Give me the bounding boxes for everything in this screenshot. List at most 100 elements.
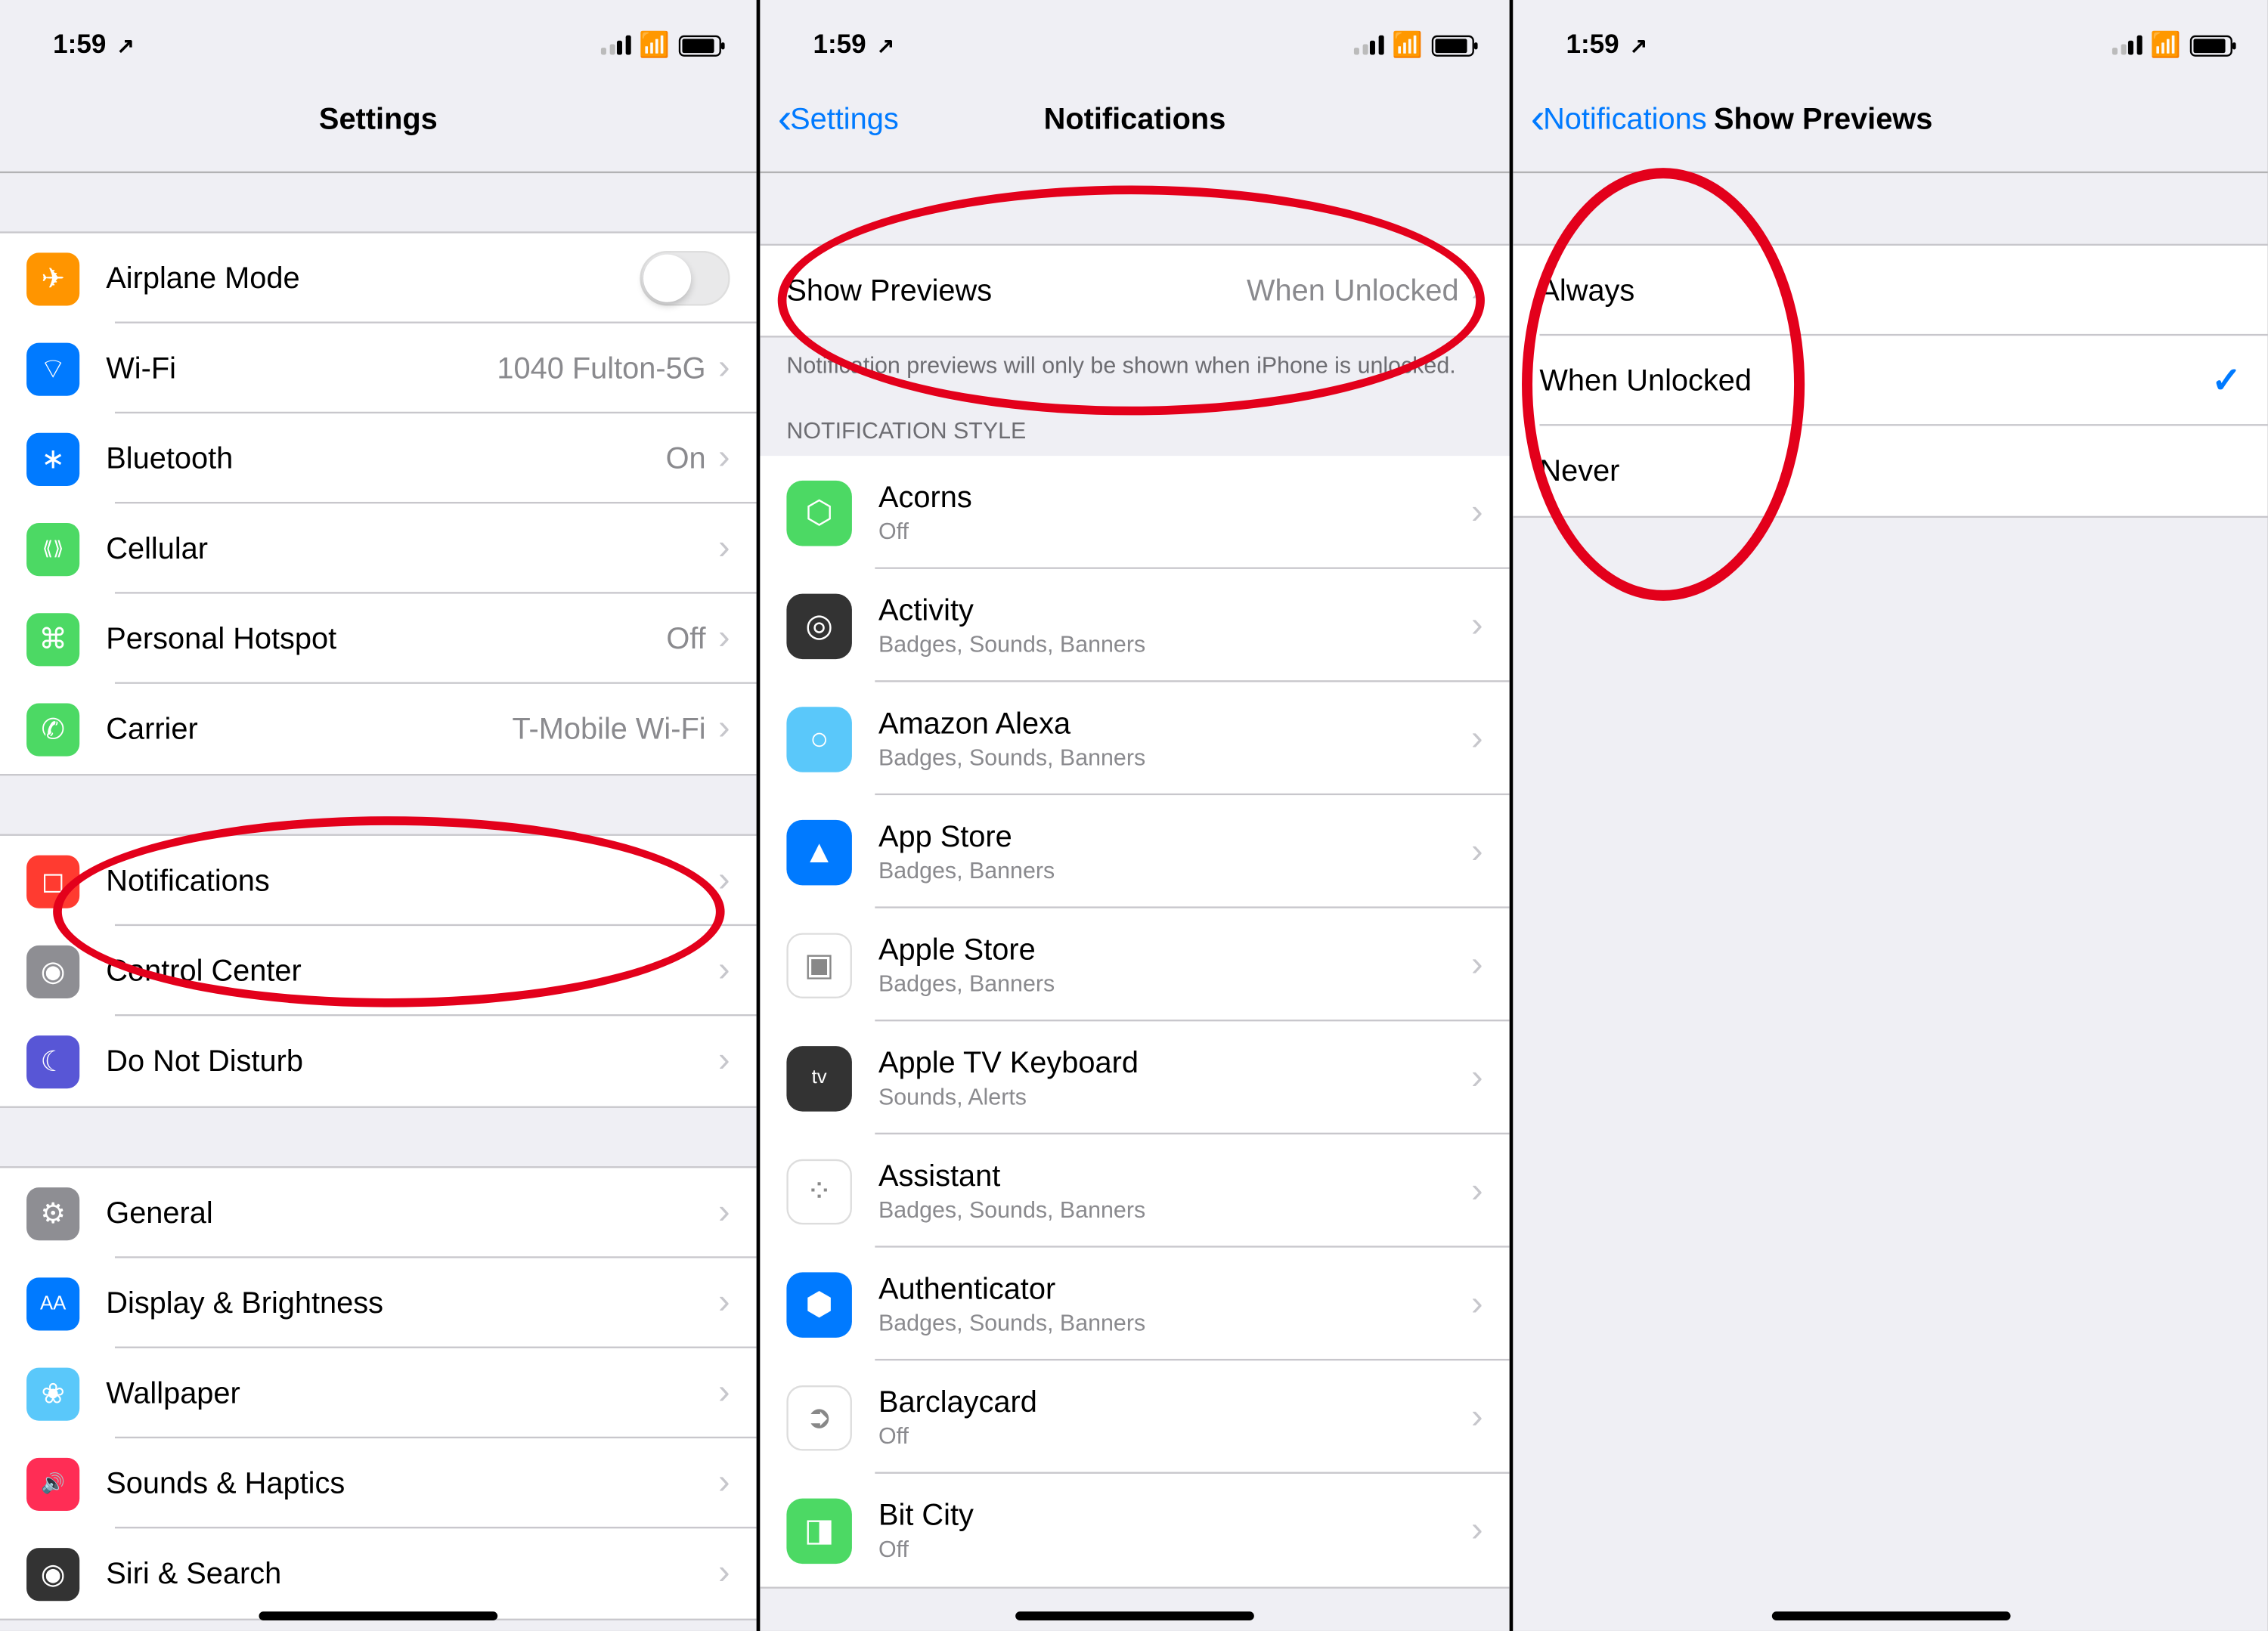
row-value: T-Mobile Wi-Fi: [512, 711, 705, 747]
previews-group: Show Previews When Unlocked ›: [760, 244, 1509, 338]
app-name: Barclaycard: [878, 1385, 1471, 1421]
chevron-right-icon: ›: [718, 1283, 730, 1323]
preview-option[interactable]: Always: [1513, 246, 2267, 336]
show-previews-row[interactable]: Show Previews When Unlocked ›: [760, 246, 1509, 336]
signal-icon: [1354, 36, 1383, 55]
chevron-right-icon: ›: [1471, 1397, 1483, 1438]
row-label: Siri & Search: [106, 1556, 718, 1592]
settings-row[interactable]: ◉ Siri & Search ›: [0, 1528, 757, 1618]
preview-option[interactable]: When Unlocked ✓: [1513, 336, 2267, 426]
row-value: 1040 Fulton-5G: [497, 351, 705, 386]
row-icon: ◉: [26, 945, 79, 998]
settings-row[interactable]: ⟪⟫ Cellular ›: [0, 503, 757, 593]
back-button[interactable]: ‹ Notifications: [1531, 98, 1707, 141]
row-label: Do Not Disturb: [106, 1044, 718, 1079]
app-row[interactable]: ⬡ Acorns Off ›: [760, 456, 1509, 569]
chevron-right-icon: ›: [1471, 831, 1483, 872]
options-group: Always When Unlocked ✓ Never: [1513, 244, 2267, 518]
settings-row[interactable]: ⌘ Personal Hotspot Off›: [0, 594, 757, 684]
settings-row[interactable]: ◉ Control Center ›: [0, 926, 757, 1016]
app-row[interactable]: ◎ Activity Badges, Sounds, Banners ›: [760, 569, 1509, 682]
row-value: When Unlocked: [1247, 273, 1459, 308]
row-icon: ∗: [26, 432, 79, 485]
chevron-right-icon: ›: [718, 1463, 730, 1504]
page-title: Notifications: [760, 101, 1509, 137]
app-icon: ○: [786, 706, 852, 772]
status-bar: 1:59 ↗ 📶: [760, 0, 1509, 67]
signal-icon: [2112, 36, 2142, 55]
app-subtitle: Badges, Sounds, Banners: [878, 1309, 1471, 1335]
settings-group-notifications: ◻ Notifications › ◉ Control Center › ☾ D…: [0, 834, 757, 1108]
chevron-right-icon: ›: [718, 951, 730, 992]
row-value: On: [666, 441, 706, 476]
app-icon: ⬢: [786, 1271, 852, 1337]
option-label: When Unlocked: [1539, 363, 2211, 398]
chevron-right-icon: ›: [1471, 271, 1483, 311]
app-row[interactable]: ⁘ Assistant Badges, Sounds, Banners ›: [760, 1134, 1509, 1248]
settings-row[interactable]: ☾ Do Not Disturb ›: [0, 1016, 757, 1106]
app-row[interactable]: tv Apple TV Keyboard Sounds, Alerts ›: [760, 1021, 1509, 1134]
settings-row[interactable]: ∗ Bluetooth On ›: [0, 413, 757, 503]
home-indicator: [259, 1611, 498, 1620]
row-icon: ⟪⟫: [26, 522, 79, 575]
app-name: App Store: [878, 820, 1471, 856]
app-subtitle: Badges, Banners: [878, 857, 1471, 884]
settings-row[interactable]: ⚙ General ›: [0, 1168, 757, 1258]
row-label: Sounds & Haptics: [106, 1465, 718, 1501]
wifi-icon: 📶: [1392, 30, 1423, 60]
app-row[interactable]: ▲ App Store Badges, Banners ›: [760, 795, 1509, 908]
nav-header: Settings: [0, 67, 757, 173]
settings-row[interactable]: ◻ Notifications ›: [0, 836, 757, 926]
app-row[interactable]: ○ Amazon Alexa Badges, Sounds, Banners ›: [760, 682, 1509, 795]
row-label: Show Previews: [786, 273, 1247, 308]
chevron-right-icon: ›: [1471, 1284, 1483, 1325]
row-label: Airplane Mode: [106, 261, 640, 296]
settings-row[interactable]: AA Display & Brightness ›: [0, 1258, 757, 1348]
checkmark-icon: ✓: [2211, 359, 2241, 403]
app-icon: ⁘: [786, 1159, 852, 1224]
chevron-right-icon: ›: [718, 861, 730, 902]
app-name: Bit City: [878, 1499, 1471, 1534]
app-subtitle: Off: [878, 1422, 1471, 1449]
chevron-right-icon: ›: [1471, 945, 1483, 986]
chevron-right-icon: ›: [718, 1373, 730, 1414]
app-name: Apple Store: [878, 933, 1471, 968]
chevron-right-icon: ›: [718, 618, 730, 659]
app-name: Authenticator: [878, 1272, 1471, 1308]
toggle[interactable]: [640, 251, 730, 305]
row-icon: AA: [26, 1277, 79, 1329]
settings-row[interactable]: ✆ Carrier T-Mobile Wi-Fi›: [0, 684, 757, 774]
app-row[interactable]: ◨ Bit City Off ›: [760, 1474, 1509, 1587]
status-time: 1:59: [53, 30, 106, 60]
chevron-right-icon: ›: [1471, 605, 1483, 646]
home-indicator: [1771, 1611, 2010, 1620]
location-icon: ↗: [877, 32, 895, 57]
app-subtitle: Badges, Sounds, Banners: [878, 744, 1471, 770]
row-label: Bluetooth: [106, 441, 665, 476]
panel-settings: 1:59 ↗ 📶 Settings ✈ Airplane Mode ⌔ Wi-F…: [0, 0, 757, 1631]
row-icon: ☾: [26, 1035, 79, 1088]
settings-row[interactable]: 🔊 Sounds & Haptics ›: [0, 1438, 757, 1528]
settings-row[interactable]: ⌔ Wi-Fi 1040 Fulton-5G›: [0, 323, 757, 413]
row-label: Display & Brightness: [106, 1286, 718, 1321]
row-icon: ✈: [26, 252, 79, 305]
row-icon: ⌘: [26, 612, 79, 665]
app-row[interactable]: ⬢ Authenticator Badges, Sounds, Banners …: [760, 1248, 1509, 1361]
settings-row[interactable]: ✈ Airplane Mode: [0, 234, 757, 323]
row-label: Cellular: [106, 531, 718, 567]
chevron-right-icon: ›: [718, 1193, 730, 1233]
status-bar: 1:59 ↗ 📶: [1513, 0, 2267, 67]
settings-row[interactable]: ❀ Wallpaper ›: [0, 1348, 757, 1438]
app-icon: ▣: [786, 932, 852, 998]
preview-option[interactable]: Never: [1513, 426, 2267, 515]
chevron-right-icon: ›: [1471, 1510, 1483, 1551]
app-icon: ⬡: [786, 480, 852, 546]
app-name: Apple TV Keyboard: [878, 1046, 1471, 1082]
wifi-icon: 📶: [639, 30, 670, 60]
notification-style-header: NOTIFICATION STYLE: [760, 385, 1509, 456]
app-row[interactable]: ➲ Barclaycard Off ›: [760, 1360, 1509, 1474]
chevron-right-icon: ›: [718, 438, 730, 479]
row-label: Control Center: [106, 953, 718, 989]
app-subtitle: Sounds, Alerts: [878, 1083, 1471, 1110]
app-row[interactable]: ▣ Apple Store Badges, Banners ›: [760, 908, 1509, 1022]
